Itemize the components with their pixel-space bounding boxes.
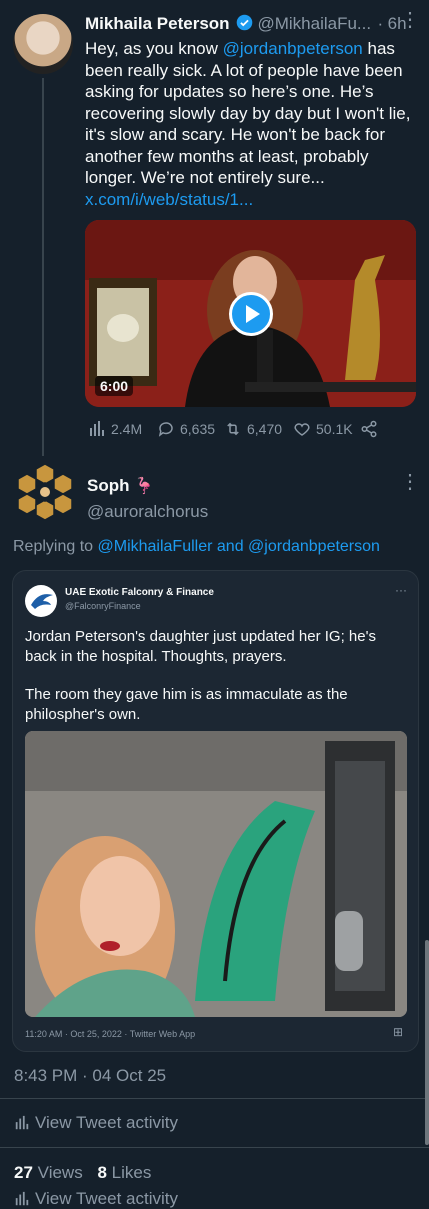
scrollbar[interactable] — [425, 940, 429, 1145]
views-count: 2.4M — [111, 421, 143, 437]
replying-to-line: Replying to @MikhailaFuller and @jordanb… — [13, 538, 380, 556]
embedded-tweet-card[interactable]: UAE Exotic Falconry & Finance @FalconryF… — [12, 570, 419, 1052]
tweet-text-after: has been really sick. A lot of people ha… — [85, 39, 411, 187]
video-duration: 6:00 — [95, 376, 134, 396]
tweet-more-icon[interactable]: ⋮ — [400, 10, 420, 30]
embedded-activity-icon: ⊞ — [393, 1025, 404, 1039]
replying-and-label: and — [216, 538, 244, 555]
replying-to-user1[interactable]: @MikhailaFuller — [98, 538, 213, 555]
tweet-text: Hey, as you know @jordanbpeterson has be… — [85, 38, 415, 210]
view-tweet-activity[interactable]: View Tweet activity — [14, 1113, 178, 1133]
engagement-row: 27 Views 8 Likes — [14, 1163, 151, 1183]
reply-author-name[interactable]: Soph — [87, 476, 130, 495]
retweet-count: 6,470 — [247, 421, 283, 437]
reply-count: 6,635 — [180, 421, 216, 437]
falcon-logo-icon — [25, 585, 57, 617]
reply-timestamp[interactable]: 8:43 PM · 04 Oct 25 — [14, 1066, 166, 1086]
reply-icon — [158, 422, 173, 437]
embedded-more-icon: ··· — [395, 583, 407, 597]
tweet-link[interactable]: x.com/i/web/status/1... — [85, 190, 253, 209]
like-count: 50.1K — [316, 421, 353, 437]
share-stat[interactable] — [360, 420, 378, 438]
play-button[interactable] — [229, 292, 273, 336]
hospital-photo-scene — [25, 731, 407, 1017]
thread-line — [42, 78, 44, 456]
heart-icon — [294, 423, 310, 436]
tweet-header: Mikhaila Peterson @MikhailaFu... · 6h — [85, 14, 420, 38]
view-tweet-activity-label: View Tweet activity — [35, 1113, 178, 1132]
play-icon — [246, 305, 260, 323]
divider-1 — [0, 1098, 429, 1099]
reply-author-handle[interactable]: @auroralchorus — [87, 502, 208, 522]
cutoff-activity-label: View Tweet activity — [35, 1189, 178, 1208]
hexagon-mirror-avatar — [17, 463, 73, 521]
retweet-icon — [227, 422, 239, 436]
avatar-mikhaila[interactable] — [13, 14, 73, 74]
replying-to-label: Replying to — [13, 538, 94, 555]
reply-header: Soph 🦩 — [87, 476, 154, 496]
embedded-photo — [25, 731, 407, 1017]
author-name[interactable]: Mikhaila Peterson — [85, 14, 230, 33]
embedded-author-handle: @FalconryFinance — [65, 601, 141, 611]
embedded-text-1: Jordan Peterson's daughter just updated … — [25, 628, 376, 665]
views-stat[interactable]: 2.4M — [88, 420, 142, 438]
reply-more-icon[interactable]: ⋮ — [400, 472, 420, 492]
tweet-text-before: Hey, as you know — [85, 39, 223, 58]
embedded-footer: 11:20 AM · Oct 25, 2022 · Twitter Web Ap… — [25, 1029, 196, 1039]
likes-label[interactable]: Likes — [112, 1163, 152, 1182]
views-label[interactable]: Views — [38, 1163, 83, 1182]
avatar-soph[interactable] — [16, 462, 74, 522]
views-icon — [90, 421, 104, 436]
mention-jordanbpeterson[interactable]: @jordanbpeterson — [223, 39, 363, 58]
time-separator: · — [377, 14, 384, 33]
author-handle[interactable]: @MikhailaFu... — [257, 14, 371, 33]
cutoff-activity-row: View Tweet activity — [14, 1189, 178, 1209]
verified-badge-icon — [236, 14, 253, 36]
flamingo-emoji: 🦩 — [133, 478, 154, 495]
embedded-author-name: UAE Exotic Falconry & Finance — [65, 587, 214, 598]
activity-icon — [15, 1115, 29, 1130]
replying-to-user2[interactable]: @jordanbpeterson — [248, 538, 380, 555]
video-thumbnail[interactable]: 6:00 — [85, 220, 416, 407]
retweet-stat[interactable]: 6,470 — [224, 420, 282, 438]
embedded-text-2: The room they gave him is as immaculate … — [25, 686, 348, 723]
views-number[interactable]: 27 — [14, 1163, 33, 1182]
likes-number[interactable]: 8 — [97, 1163, 106, 1182]
like-stat[interactable]: 50.1K — [293, 420, 353, 438]
activity-icon-cutoff — [15, 1191, 29, 1206]
share-icon — [361, 420, 377, 438]
reply-stat[interactable]: 6,635 — [157, 420, 215, 438]
divider-2 — [0, 1147, 429, 1148]
